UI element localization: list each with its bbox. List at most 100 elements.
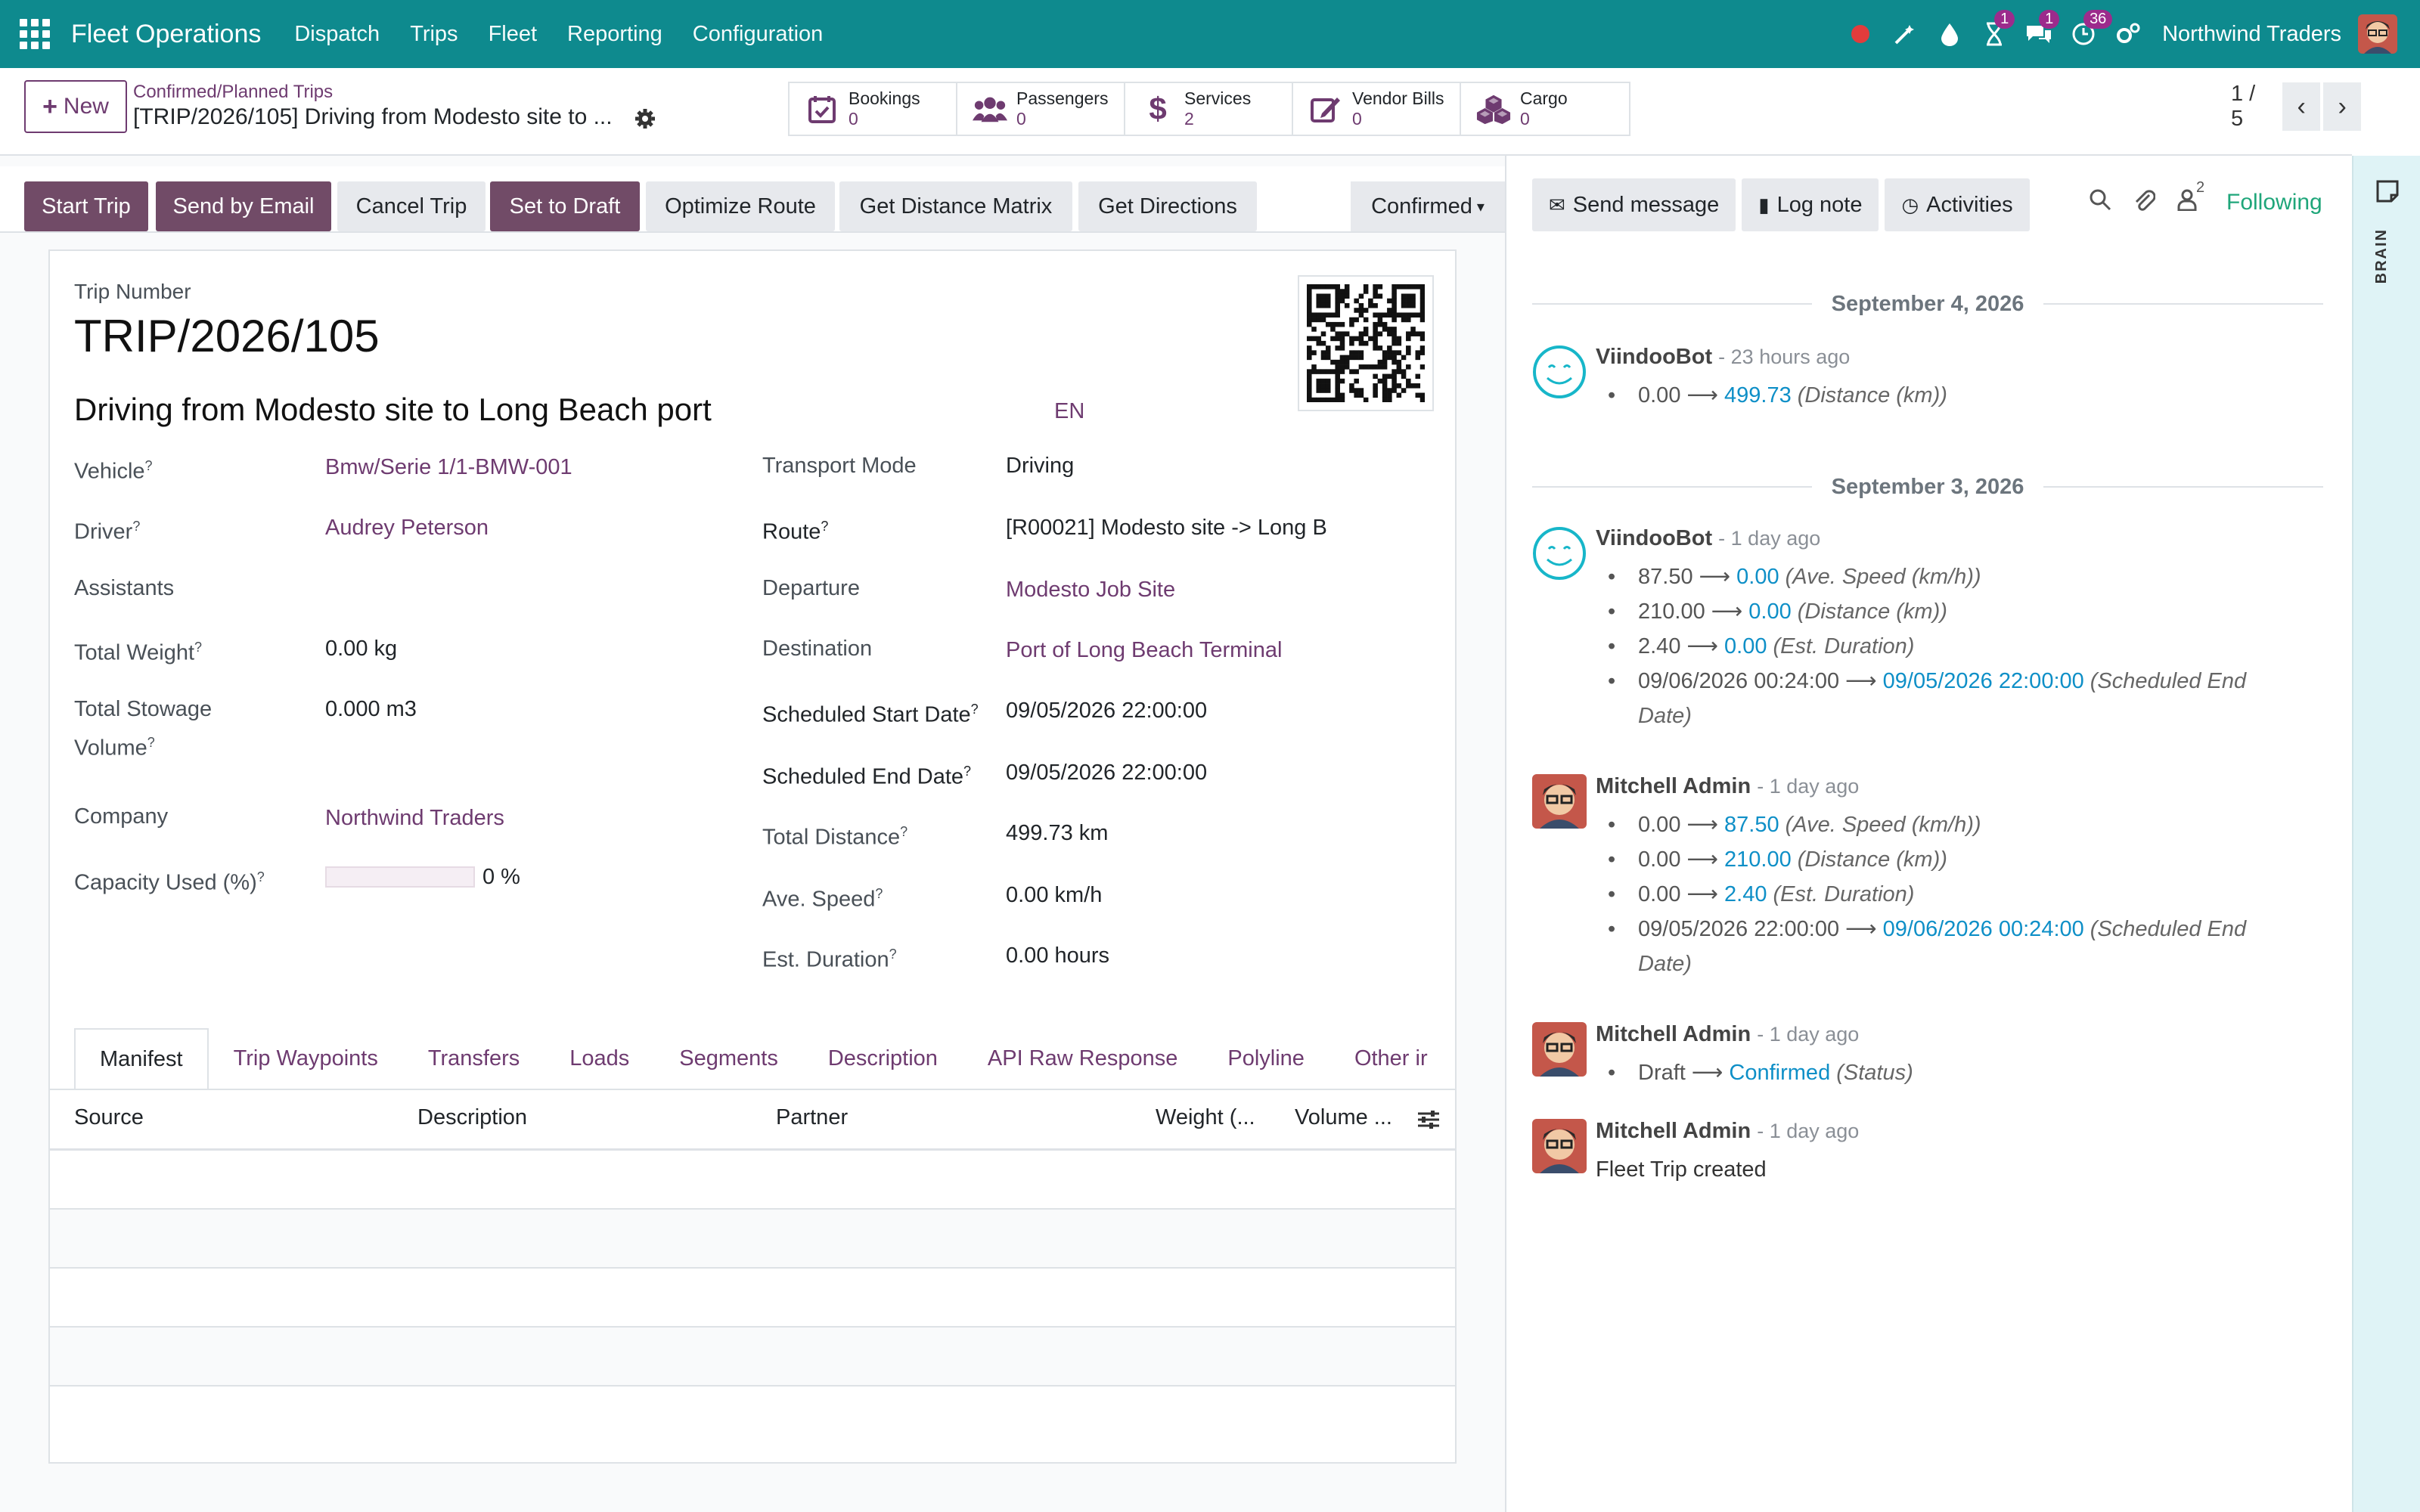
menu-configuration[interactable]: Configuration [693, 22, 824, 47]
scheduled-start-date-field[interactable]: 09/05/2026 22:00:00 [1006, 694, 1207, 727]
message-author[interactable]: Mitchell Admin [1596, 1119, 1751, 1143]
pager-next-button[interactable]: › [2323, 82, 2362, 131]
chat-bubbles-icon[interactable]: 1 [2025, 10, 2060, 48]
column-source[interactable]: Source [74, 1105, 144, 1130]
tab-trip-waypoints[interactable]: Trip Waypoints [209, 1028, 403, 1089]
vendor-bills-smart-button[interactable]: Vendor Bills 0 [1293, 83, 1461, 135]
column-volume[interactable]: Volume ... [1295, 1105, 1392, 1130]
followers-user-icon[interactable]: 2 [2176, 179, 2204, 217]
est-duration-label: Est. Duration? [762, 947, 897, 972]
tab-transfers[interactable]: Transfers [403, 1028, 544, 1089]
tab-segments[interactable]: Segments [654, 1028, 803, 1089]
send-message-button[interactable]: ✉ Send message [1532, 178, 1736, 231]
app-name[interactable]: Fleet Operations [71, 20, 261, 49]
passengers-label: Passengers [1016, 88, 1109, 108]
total-weight-value: 0.00 kg [325, 637, 398, 661]
message-author[interactable]: Mitchell Admin [1596, 774, 1751, 798]
message-time: - 1 day ago [1718, 527, 1821, 550]
get-distance-matrix-button[interactable]: Get Distance Matrix [839, 181, 1072, 231]
note-icon[interactable] [2375, 178, 2400, 204]
scheduled-end-date-field[interactable]: 09/05/2026 22:00:00 [1006, 756, 1207, 789]
table-row [50, 1328, 1455, 1387]
menu-dispatch[interactable]: Dispatch [294, 22, 380, 47]
tab-manifest[interactable]: Manifest [74, 1028, 209, 1089]
hourglass-icon[interactable]: 1 [1981, 10, 2015, 48]
tab-polyline[interactable]: Polyline [1202, 1028, 1329, 1089]
log-note-button[interactable]: ▮ Log note [1742, 178, 1879, 231]
notebook-tabs: Manifest Trip Waypoints Transfers Loads … [50, 1028, 1455, 1090]
settings-cogs-icon[interactable] [2114, 20, 2142, 48]
breadcrumb[interactable]: Confirmed/Planned Trips [133, 82, 333, 103]
admin-avatar [1532, 774, 1587, 829]
pager-previous-button[interactable]: ‹ [2282, 82, 2321, 131]
message-header: Mitchell Admin - 1 day ago [1596, 1119, 1859, 1144]
optimize-route-button[interactable]: Optimize Route [646, 181, 835, 231]
departure-field[interactable]: Modesto Job Site [1006, 573, 1175, 606]
gear-icon[interactable] [634, 107, 658, 132]
tab-description[interactable]: Description [803, 1028, 963, 1089]
departure-label: Departure [762, 576, 860, 600]
search-icon[interactable] [2089, 188, 2111, 217]
new-record-button[interactable]: + New [24, 80, 127, 133]
pager-value[interactable]: 1 / 5 [2231, 82, 2264, 132]
company-field[interactable]: Northwind Traders [325, 801, 504, 835]
cancel-trip-button[interactable]: Cancel Trip [337, 181, 486, 231]
menu-fleet[interactable]: Fleet [489, 22, 537, 47]
column-weight[interactable]: Weight (... [1156, 1105, 1255, 1130]
assistants-field[interactable] [325, 572, 628, 605]
chevron-left-icon: ‹ [2297, 91, 2306, 121]
tab-other-info[interactable]: Other ir [1329, 1028, 1453, 1089]
paperclip-icon[interactable] [2133, 187, 2156, 218]
passengers-smart-button[interactable]: Passengers 0 [957, 83, 1125, 135]
total-stowage-volume-label: Total Stowage Volume? [74, 697, 213, 761]
send-by-email-button[interactable]: Send by Email [156, 181, 331, 231]
trip-name-field[interactable]: Driving from Modesto site to Long Beach … [74, 392, 712, 428]
transport-mode-field[interactable]: Driving [1006, 449, 1074, 482]
bookings-smart-button[interactable]: Bookings 0 [790, 83, 957, 135]
driver-field[interactable]: Audrey Peterson [325, 511, 489, 544]
company-switcher[interactable]: Northwind Traders [2162, 22, 2341, 47]
total-distance-value: 499.73 km [1006, 821, 1109, 845]
column-partner[interactable]: Partner [776, 1105, 848, 1130]
recording-dot-icon[interactable] [1847, 20, 1874, 48]
route-field[interactable]: [R00021] Modesto site -> Long B [1006, 511, 1327, 544]
tab-loads[interactable]: Loads [544, 1028, 654, 1089]
clock-icon[interactable]: 36 [2070, 10, 2113, 48]
status-dropdown[interactable]: Confirmed ▾ [1351, 181, 1505, 231]
destination-label: Destination [762, 637, 873, 661]
menu-trips[interactable]: Trips [410, 22, 458, 47]
message-author[interactable]: ViindooBot [1596, 345, 1712, 369]
capacity-progress-bar [325, 866, 475, 888]
services-smart-button[interactable]: $ Services 2 [1125, 83, 1293, 135]
brain-label[interactable]: BRAIN [2373, 228, 2391, 284]
column-description[interactable]: Description [417, 1105, 527, 1130]
get-directions-button[interactable]: Get Directions [1078, 181, 1257, 231]
apps-grid-icon[interactable] [20, 19, 50, 49]
activities-label: Activities [1926, 192, 2013, 217]
tracking-value: 210.00⟶0.00(Distance (km)) [1596, 594, 2322, 629]
tab-api-raw-response[interactable]: API Raw Response [963, 1028, 1202, 1089]
chatter-message: Mitchell Admin - 1 day ago 0.00⟶87.50(Av… [1532, 774, 2334, 1001]
user-avatar[interactable] [2358, 14, 2397, 54]
chatter-message: Mitchell Admin - 1 day ago Fleet Trip cr… [1532, 1119, 2334, 1194]
users-icon [973, 91, 1007, 126]
message-body: Fleet Trip created [1596, 1152, 2322, 1187]
ave-speed-value: 0.00 km/h [1006, 883, 1103, 907]
start-trip-button[interactable]: Start Trip [24, 181, 148, 231]
total-stowage-volume-value: 0.000 m3 [325, 697, 417, 721]
cargo-smart-button[interactable]: Cargo 0 [1461, 83, 1629, 135]
droplet-icon[interactable] [1936, 20, 1963, 48]
set-to-draft-button[interactable]: Set to Draft [490, 181, 640, 231]
sliders-icon[interactable] [1416, 1107, 1443, 1134]
message-author[interactable]: Mitchell Admin [1596, 1022, 1751, 1046]
language-tag[interactable]: EN [1054, 399, 1084, 424]
activities-button[interactable]: ◷ Activities [1885, 178, 2030, 231]
following-toggle[interactable]: Following [2226, 190, 2322, 215]
vehicle-field[interactable]: Bmw/Serie 1/1-BMW-001 [325, 451, 572, 484]
message-author[interactable]: ViindooBot [1596, 526, 1712, 550]
chatter-message: Mitchell Admin - 1 day ago Draft⟶Confirm… [1532, 1022, 2334, 1098]
menu-reporting[interactable]: Reporting [567, 22, 662, 47]
destination-field[interactable]: Port of Long Beach Terminal [1006, 634, 1282, 667]
cubes-icon [1476, 91, 1511, 126]
magic-wand-icon[interactable] [1891, 20, 1919, 48]
